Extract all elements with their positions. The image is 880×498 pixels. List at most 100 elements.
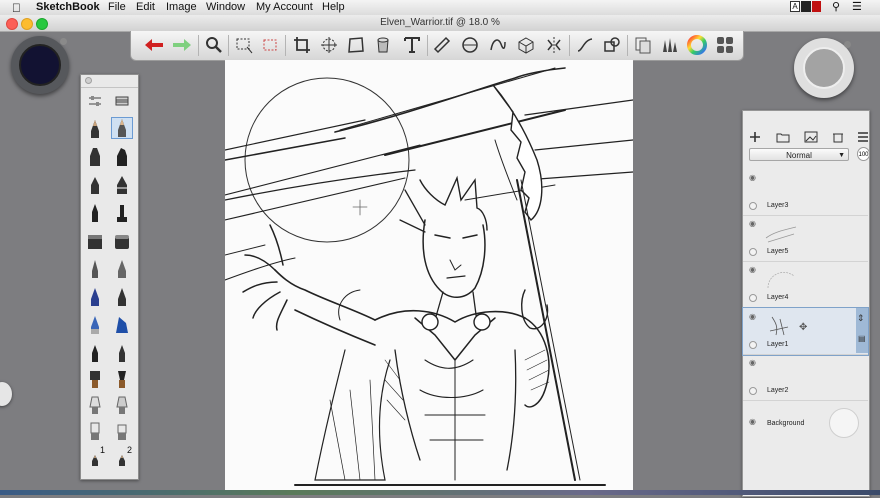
layer-item-layer3[interactable]: ◉ Layer3 — [743, 169, 868, 216]
layer-opacity[interactable]: 100 — [857, 147, 870, 161]
brush-library-icon[interactable] — [658, 34, 680, 56]
brush-puck-handle[interactable] — [844, 41, 851, 48]
layer-name: Layer4 — [767, 294, 789, 301]
visibility-eye-icon[interactable]: ◉ — [749, 417, 756, 426]
layer-menu-icon[interactable] — [855, 129, 871, 145]
visibility-eye-icon[interactable]: ◉ — [749, 358, 756, 367]
blend-mode-select[interactable]: Normal ▼ — [749, 148, 849, 161]
add-image-layer-icon[interactable] — [803, 129, 819, 145]
layer-reorder-icon[interactable]: ⇕ — [857, 313, 865, 324]
layer-lock-toggle[interactable] — [749, 341, 757, 349]
brush-flat[interactable] — [84, 367, 106, 389]
menu-help[interactable]: Help — [322, 1, 345, 13]
layer-group-icon[interactable] — [775, 129, 791, 145]
menu-edit[interactable]: Edit — [136, 1, 155, 13]
brush-properties-icon[interactable] — [84, 91, 106, 111]
drawing-canvas[interactable] — [224, 60, 634, 493]
brush-soft-airbrush[interactable] — [111, 257, 133, 279]
brush-size-indicator[interactable] — [803, 47, 845, 89]
spotlight-search-icon[interactable]: ⚲ — [832, 0, 840, 13]
french-curve-icon[interactable] — [487, 34, 509, 56]
brush-stamp[interactable] — [111, 201, 133, 223]
select-rect-icon[interactable] — [233, 34, 255, 56]
background-color-swatch[interactable] — [829, 408, 859, 438]
brush-oil[interactable] — [111, 341, 133, 363]
brush-block[interactable] — [84, 229, 106, 251]
layer-toolbar — [743, 125, 869, 149]
select-lasso-icon[interactable] — [259, 34, 281, 56]
stroke-icon[interactable] — [574, 34, 596, 56]
text-icon[interactable] — [401, 34, 423, 56]
brush-marker-2[interactable] — [111, 145, 133, 167]
palette-icon[interactable] — [714, 34, 736, 56]
menu-image[interactable]: Image — [166, 1, 197, 13]
visibility-eye-icon[interactable]: ◉ — [749, 265, 756, 274]
brush-blur[interactable] — [111, 393, 133, 415]
layer-lock-toggle[interactable] — [749, 294, 757, 302]
zoom-icon[interactable] — [203, 34, 225, 56]
layer-properties-icon[interactable]: ▤ — [858, 334, 866, 343]
clear-layer-icon[interactable] — [830, 129, 846, 145]
layer-item-layer2[interactable]: ◉ Layer2 — [743, 354, 868, 401]
color-puck-handle[interactable] — [60, 38, 67, 45]
status-icon[interactable] — [801, 1, 811, 12]
brush-dark-pen[interactable] — [111, 285, 133, 307]
menu-file[interactable]: File — [108, 1, 126, 13]
add-layer-icon[interactable] — [747, 129, 763, 145]
copy-paste-icon[interactable] — [632, 34, 654, 56]
adobe-icon[interactable]: A — [790, 1, 800, 12]
brush-airbrush[interactable] — [84, 257, 106, 279]
move-layer-icon[interactable]: ✥ — [799, 322, 807, 333]
brush-inker[interactable] — [111, 173, 133, 195]
distort-icon[interactable] — [345, 34, 367, 56]
ruler-icon[interactable] — [431, 34, 453, 56]
layer-lock-toggle[interactable] — [749, 387, 757, 395]
symmetry-icon[interactable] — [543, 34, 565, 56]
menu-window[interactable]: Window — [206, 1, 245, 13]
menu-my-account[interactable]: My Account — [256, 1, 313, 13]
color-status-icon[interactable] — [812, 1, 821, 12]
redo-icon[interactable] — [171, 34, 193, 56]
visibility-eye-icon[interactable]: ◉ — [749, 312, 756, 321]
brush-smudge[interactable] — [84, 393, 106, 415]
undo-icon[interactable] — [143, 34, 165, 56]
brush-eraser[interactable] — [84, 419, 106, 441]
visibility-eye-icon[interactable]: ◉ — [749, 219, 756, 228]
fill-icon[interactable] — [372, 34, 394, 56]
brush-marker[interactable] — [84, 145, 106, 167]
visibility-eye-icon[interactable]: ◉ — [749, 173, 756, 182]
layer-item-layer5[interactable]: ◉ Layer5 — [743, 215, 868, 262]
layer-item-background[interactable]: ◉ Background — [743, 400, 868, 446]
notifications-icon[interactable]: ☰ — [852, 0, 862, 13]
brush-pencil[interactable] — [84, 117, 106, 139]
crop-icon[interactable] — [291, 34, 313, 56]
brush-chisel[interactable] — [111, 229, 133, 251]
transform-icon[interactable] — [318, 34, 340, 56]
brush-pencil-selected[interactable] — [111, 117, 133, 139]
brush-watercolor[interactable] — [111, 367, 133, 389]
color-wheel-icon[interactable] — [686, 34, 708, 56]
layer-editor: Normal ▼ 100 ◉ Layer3 ◉ Layer5 ◉ Layer4 … — [742, 110, 870, 497]
current-color-swatch[interactable] — [19, 44, 61, 86]
brush-highlighter[interactable] — [111, 313, 133, 335]
brush-library-list-icon[interactable] — [111, 91, 133, 111]
brush-felt[interactable] — [84, 173, 106, 195]
shape-icon[interactable] — [601, 34, 623, 56]
brush-paint[interactable] — [84, 341, 106, 363]
close-icon[interactable] — [85, 77, 92, 84]
apple-icon[interactable]:  — [12, 1, 21, 15]
brush-blue-marker[interactable] — [84, 313, 106, 335]
perspective-icon[interactable] — [515, 34, 537, 56]
color-puck[interactable] — [11, 36, 69, 94]
brush-puck[interactable] — [794, 38, 854, 98]
lagoon-handle[interactable] — [0, 382, 12, 406]
layer-item-layer4[interactable]: ◉ Layer4 — [743, 261, 868, 308]
layer-item-layer1[interactable]: ◉ ✥ Layer1 ⇕ ▤ — [742, 307, 869, 356]
brush-soft-eraser[interactable] — [111, 419, 133, 441]
brush-ballpoint[interactable] — [84, 201, 106, 223]
menu-app-name[interactable]: SketchBook — [36, 1, 100, 13]
layer-lock-toggle[interactable] — [749, 202, 757, 210]
brush-blue-pen[interactable] — [84, 285, 106, 307]
layer-lock-toggle[interactable] — [749, 248, 757, 256]
ellipse-guide-icon[interactable] — [459, 34, 481, 56]
